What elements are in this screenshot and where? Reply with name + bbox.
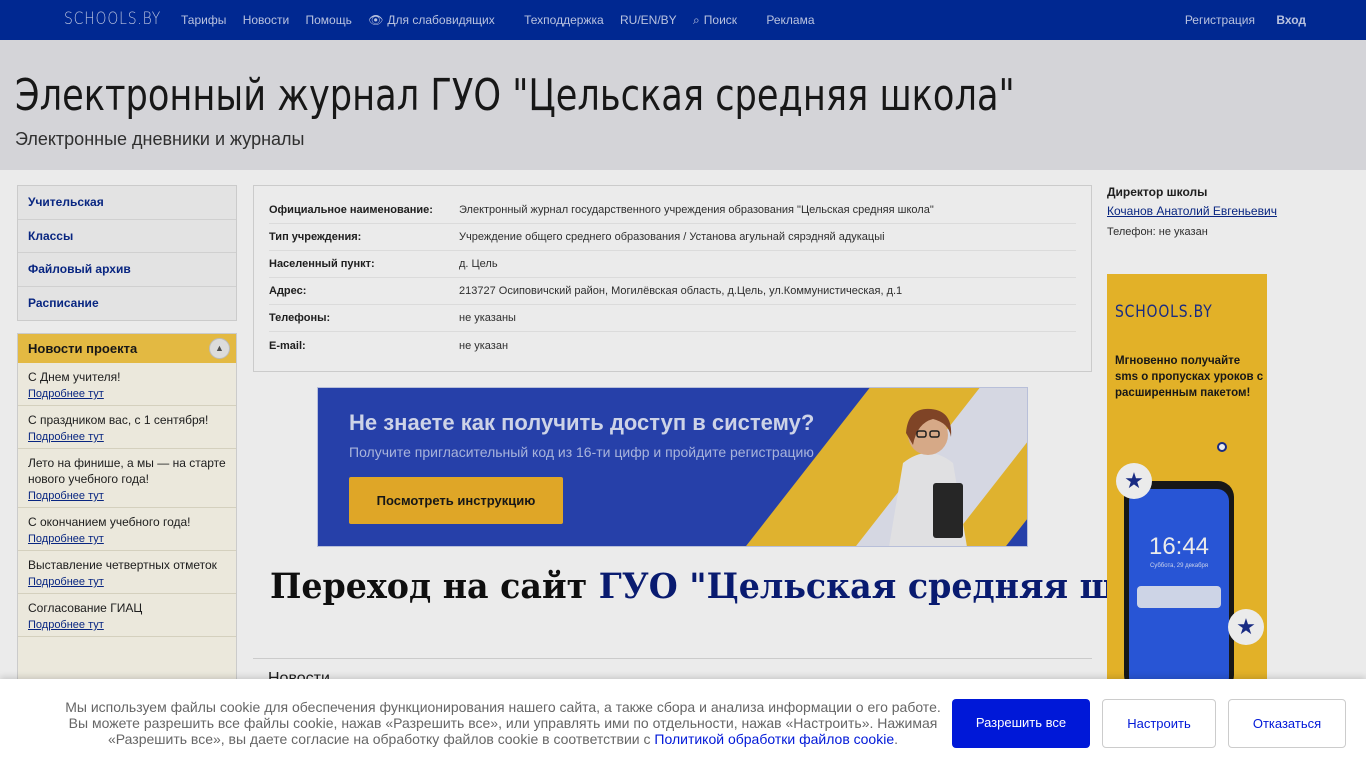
configure-button[interactable]: Настроить xyxy=(1102,699,1216,748)
cookie-consent-bar: Мы используем файлы cookie для обеспечен… xyxy=(0,679,1366,768)
cookie-text: Мы используем файлы cookie для обеспечен… xyxy=(60,699,946,747)
page-dim-overlay xyxy=(0,0,1366,768)
allow-all-button[interactable]: Разрешить все xyxy=(952,699,1090,748)
cookie-policy-link[interactable]: Политикой обработки файлов cookie xyxy=(654,731,894,747)
decline-button[interactable]: Отказаться xyxy=(1228,699,1346,748)
cookie-text-tail: . xyxy=(894,731,899,747)
